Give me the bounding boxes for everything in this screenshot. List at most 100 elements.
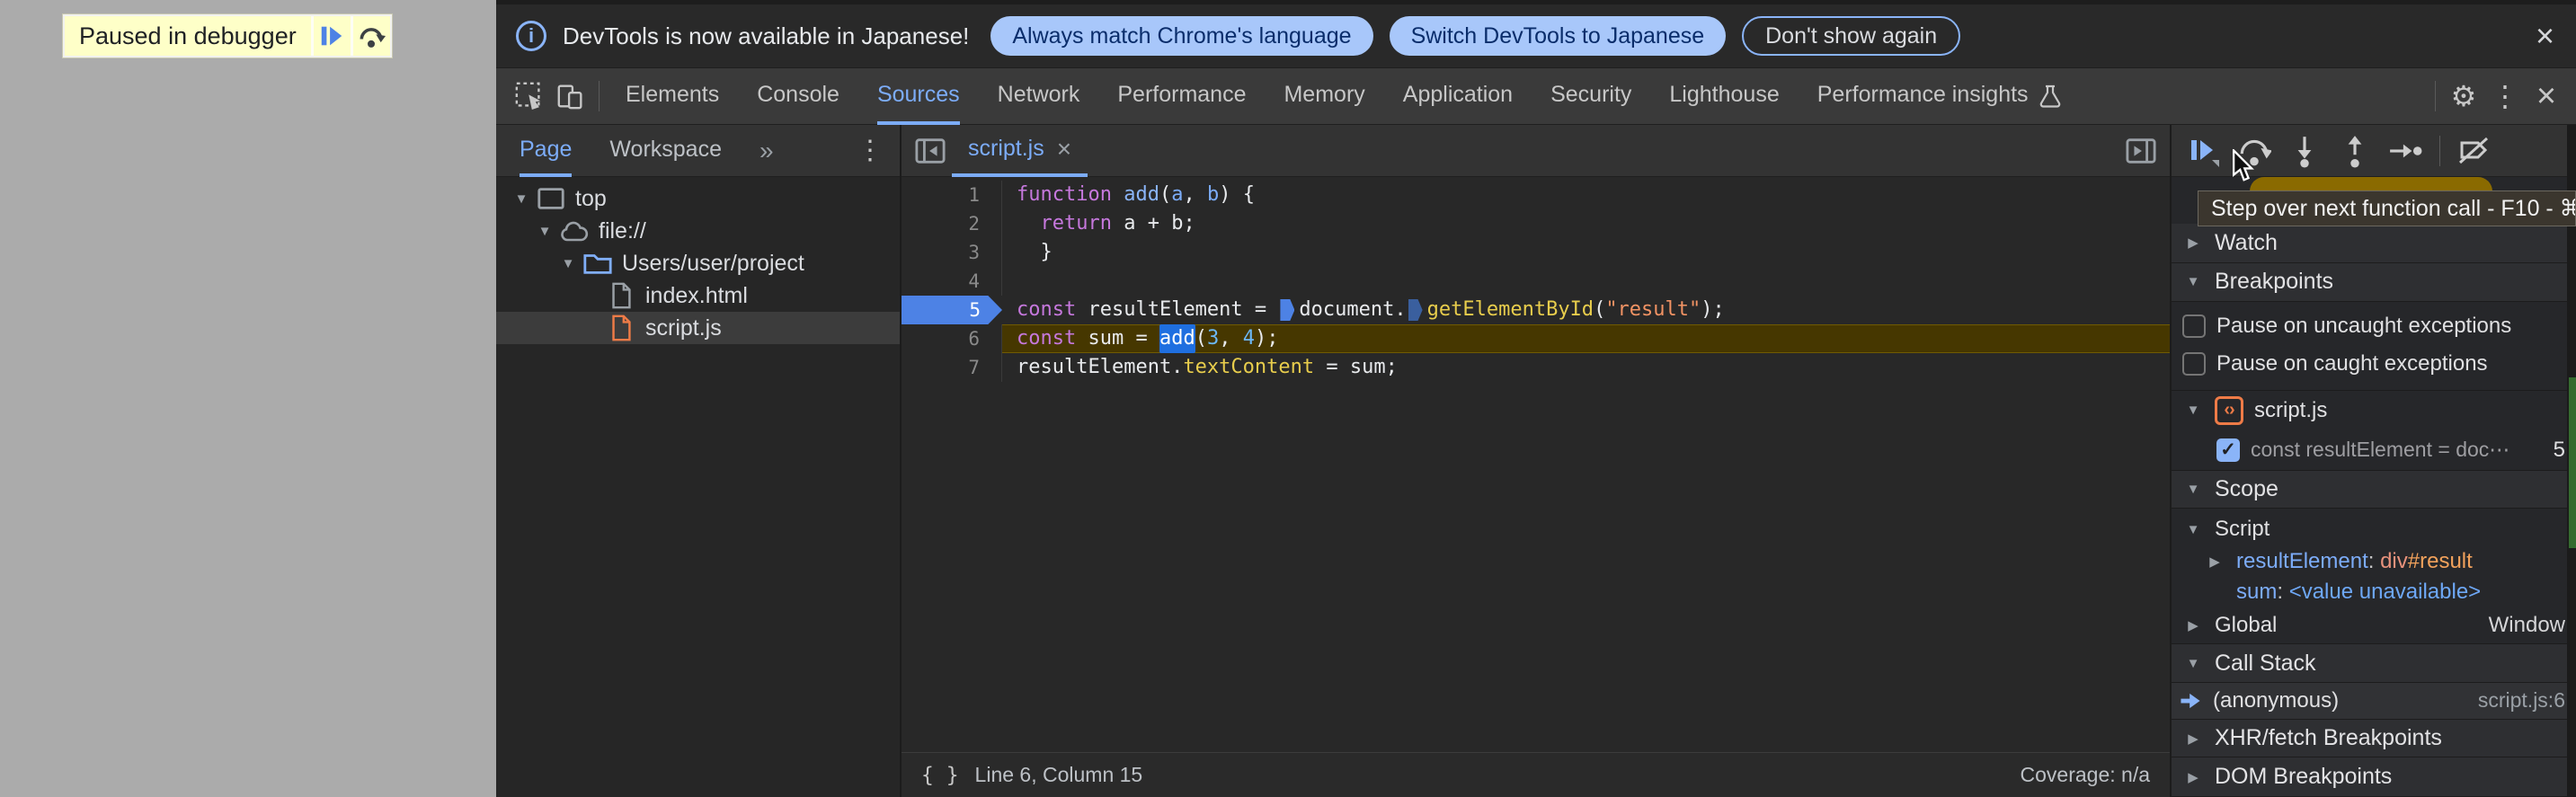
- chevron-right-icon: ▶: [2188, 769, 2198, 785]
- section-dom-breakpoints[interactable]: ▶ DOM Breakpoints: [2172, 757, 2576, 797]
- tab-performance[interactable]: Performance: [1098, 67, 1265, 125]
- xhr-breakpoints-label: XHR/fetch Breakpoints: [2215, 725, 2442, 750]
- section-watch[interactable]: ▶ Watch: [2172, 224, 2576, 263]
- code-line-text[interactable]: [1002, 267, 2170, 296]
- breakpoint-group-label: script.js: [2254, 397, 2328, 422]
- code-token: "result": [1605, 298, 1701, 321]
- scope-var-resultelement[interactable]: ▶ resultElement: div#result: [2172, 546, 2576, 577]
- close-tab-icon[interactable]: ×: [1057, 135, 1071, 164]
- call-stack-frame[interactable]: (anonymous) script.js:6: [2172, 682, 2576, 719]
- show-debugger-sidebar-button[interactable]: [2119, 125, 2163, 177]
- editor-tab-scriptjs[interactable]: script.js ×: [952, 125, 1088, 177]
- section-breakpoints[interactable]: ▼ Breakpoints: [2172, 262, 2576, 303]
- inline-breakpoint-marker[interactable]: [1408, 299, 1423, 321]
- code-lines[interactable]: 1 function add(a, b) {2 return a + b; 3 } 4…: [902, 177, 2170, 752]
- chevron-down-icon: ▼: [2186, 521, 2200, 537]
- more-tabs-icon[interactable]: »: [759, 137, 774, 165]
- section-xhr-breakpoints[interactable]: ▶ XHR/fetch Breakpoints: [2172, 718, 2576, 758]
- scope-script-section[interactable]: ▼ Script: [2172, 512, 2576, 546]
- code-token: ) {: [1219, 183, 1255, 206]
- var-name: resultElement: [2236, 549, 2368, 574]
- code-line-text[interactable]: return a + b;: [1002, 209, 2170, 238]
- line-number[interactable]: 6: [902, 324, 1002, 353]
- mouse-cursor: [2229, 149, 2261, 185]
- section-scope[interactable]: ▼ Scope: [2172, 469, 2576, 509]
- expand-arrow-icon[interactable]: ▼: [532, 224, 557, 239]
- line-number[interactable]: 3: [902, 238, 1002, 267]
- pretty-print-icon[interactable]: { }: [921, 764, 959, 787]
- settings-gear-icon[interactable]: ⚙: [2443, 67, 2484, 125]
- tab-performance-insights[interactable]: Performance insights: [1799, 67, 2082, 125]
- code-line-text[interactable]: function add(a, b) {: [1002, 181, 2170, 209]
- code-line-6: 6 const sum = add(3, 4);: [902, 324, 2170, 353]
- step-over-button-banner[interactable]: [350, 16, 390, 56]
- step-out-button[interactable]: [2332, 128, 2378, 174]
- line-number[interactable]: 7: [902, 353, 1002, 382]
- code-line-2: 2 return a + b;: [902, 209, 2170, 238]
- resume-script-button[interactable]: [310, 16, 351, 56]
- line-number[interactable]: 4: [902, 267, 1002, 296]
- step-button[interactable]: [2382, 128, 2429, 174]
- more-options-icon[interactable]: ⋮: [2484, 67, 2526, 125]
- tree-item-top[interactable]: ▼ top: [496, 182, 900, 215]
- tab-network[interactable]: Network: [979, 67, 1099, 125]
- tree-item-users-user-project[interactable]: ▼ Users/user/project: [496, 247, 900, 279]
- code-line-text[interactable]: }: [1002, 238, 2170, 267]
- var-value-id: #result: [2407, 549, 2473, 574]
- tab-elements[interactable]: Elements: [607, 67, 738, 125]
- tab-workspace[interactable]: Workspace: [609, 125, 722, 177]
- code-line-4: 4: [902, 267, 2170, 296]
- code-line-text[interactable]: const sum = add(3, 4);: [1002, 324, 2170, 353]
- notification-bar: i DevTools is now available in Japanese!…: [496, 4, 2576, 67]
- cloud-icon: [557, 217, 591, 245]
- always-match-language-button[interactable]: Always match Chrome's language: [990, 16, 1373, 56]
- section-call-stack[interactable]: ▼ Call Stack: [2172, 643, 2576, 683]
- close-devtools-icon[interactable]: ×: [2526, 67, 2567, 125]
- code-token: a + b;: [1111, 212, 1195, 235]
- tab-page[interactable]: Page: [520, 125, 573, 177]
- tab-memory[interactable]: Memory: [1265, 67, 1383, 125]
- scope-var-sum[interactable]: sum: <value unavailable>: [2172, 577, 2576, 607]
- code-token: (: [1594, 298, 1606, 321]
- tree-item-file-[interactable]: ▼ file://: [496, 215, 900, 247]
- tree-item-index-html[interactable]: index.html: [496, 279, 900, 312]
- code-line-text[interactable]: const resultElement = document. getElemen…: [1002, 296, 2170, 324]
- breakpoint-entry-row[interactable]: ✓ const resultElement = doc⋯ 5: [2172, 430, 2576, 470]
- tree-item-script-js[interactable]: script.js: [496, 312, 900, 344]
- tab-lighthouse[interactable]: Lighthouse: [1650, 67, 1798, 125]
- debugger-toolbar-divider: [2439, 135, 2440, 166]
- tab-sources[interactable]: Sources: [858, 67, 979, 125]
- line-number[interactable]: 1: [902, 181, 1002, 209]
- code-line-text[interactable]: resultElement. textContent = sum;: [1002, 353, 2170, 382]
- navigator-menu-icon[interactable]: ⋮: [857, 135, 891, 166]
- expand-arrow-icon[interactable]: ▼: [509, 191, 534, 207]
- scope-script-label: Script: [2215, 517, 2270, 542]
- device-toolbar-icon: [555, 81, 586, 111]
- breakpoint-group-scriptjs[interactable]: ▼ ‹› script.js: [2172, 389, 2576, 431]
- resume-button[interactable]: [2181, 128, 2227, 174]
- scope-global-section[interactable]: ▶ Global Window: [2172, 607, 2576, 643]
- breakpoint-line-number-marker[interactable]: 5: [902, 296, 1002, 324]
- inline-breakpoint-marker[interactable]: [1280, 299, 1295, 321]
- breakpoint-checkbox[interactable]: ✓: [2216, 438, 2240, 462]
- tab-console[interactable]: Console: [738, 67, 858, 125]
- code-token: );: [1701, 298, 1725, 321]
- inspect-element-button[interactable]: [509, 67, 550, 125]
- dont-show-again-button[interactable]: Don't show again: [1742, 16, 1961, 56]
- line-number[interactable]: 2: [902, 209, 1002, 238]
- pause-uncaught-checkbox[interactable]: [2182, 314, 2206, 339]
- info-icon: i: [516, 21, 546, 51]
- deactivate-breakpoints-button[interactable]: [2451, 128, 2498, 174]
- switch-devtools-japanese-button[interactable]: Switch DevTools to Japanese: [1389, 16, 1727, 56]
- pause-caught-checkbox[interactable]: [2182, 351, 2206, 376]
- tab-security[interactable]: Security: [1532, 67, 1650, 125]
- hide-navigator-button[interactable]: [909, 125, 952, 177]
- file-icon: [604, 281, 638, 310]
- device-toolbar-button[interactable]: [550, 67, 591, 125]
- code-token: ,: [1219, 327, 1243, 350]
- tree-item-label: top: [575, 185, 607, 211]
- step-into-button[interactable]: [2281, 128, 2328, 174]
- tab-application[interactable]: Application: [1384, 67, 1532, 125]
- expand-arrow-icon[interactable]: ▼: [555, 256, 581, 271]
- notification-close-icon[interactable]: ×: [2536, 20, 2554, 52]
